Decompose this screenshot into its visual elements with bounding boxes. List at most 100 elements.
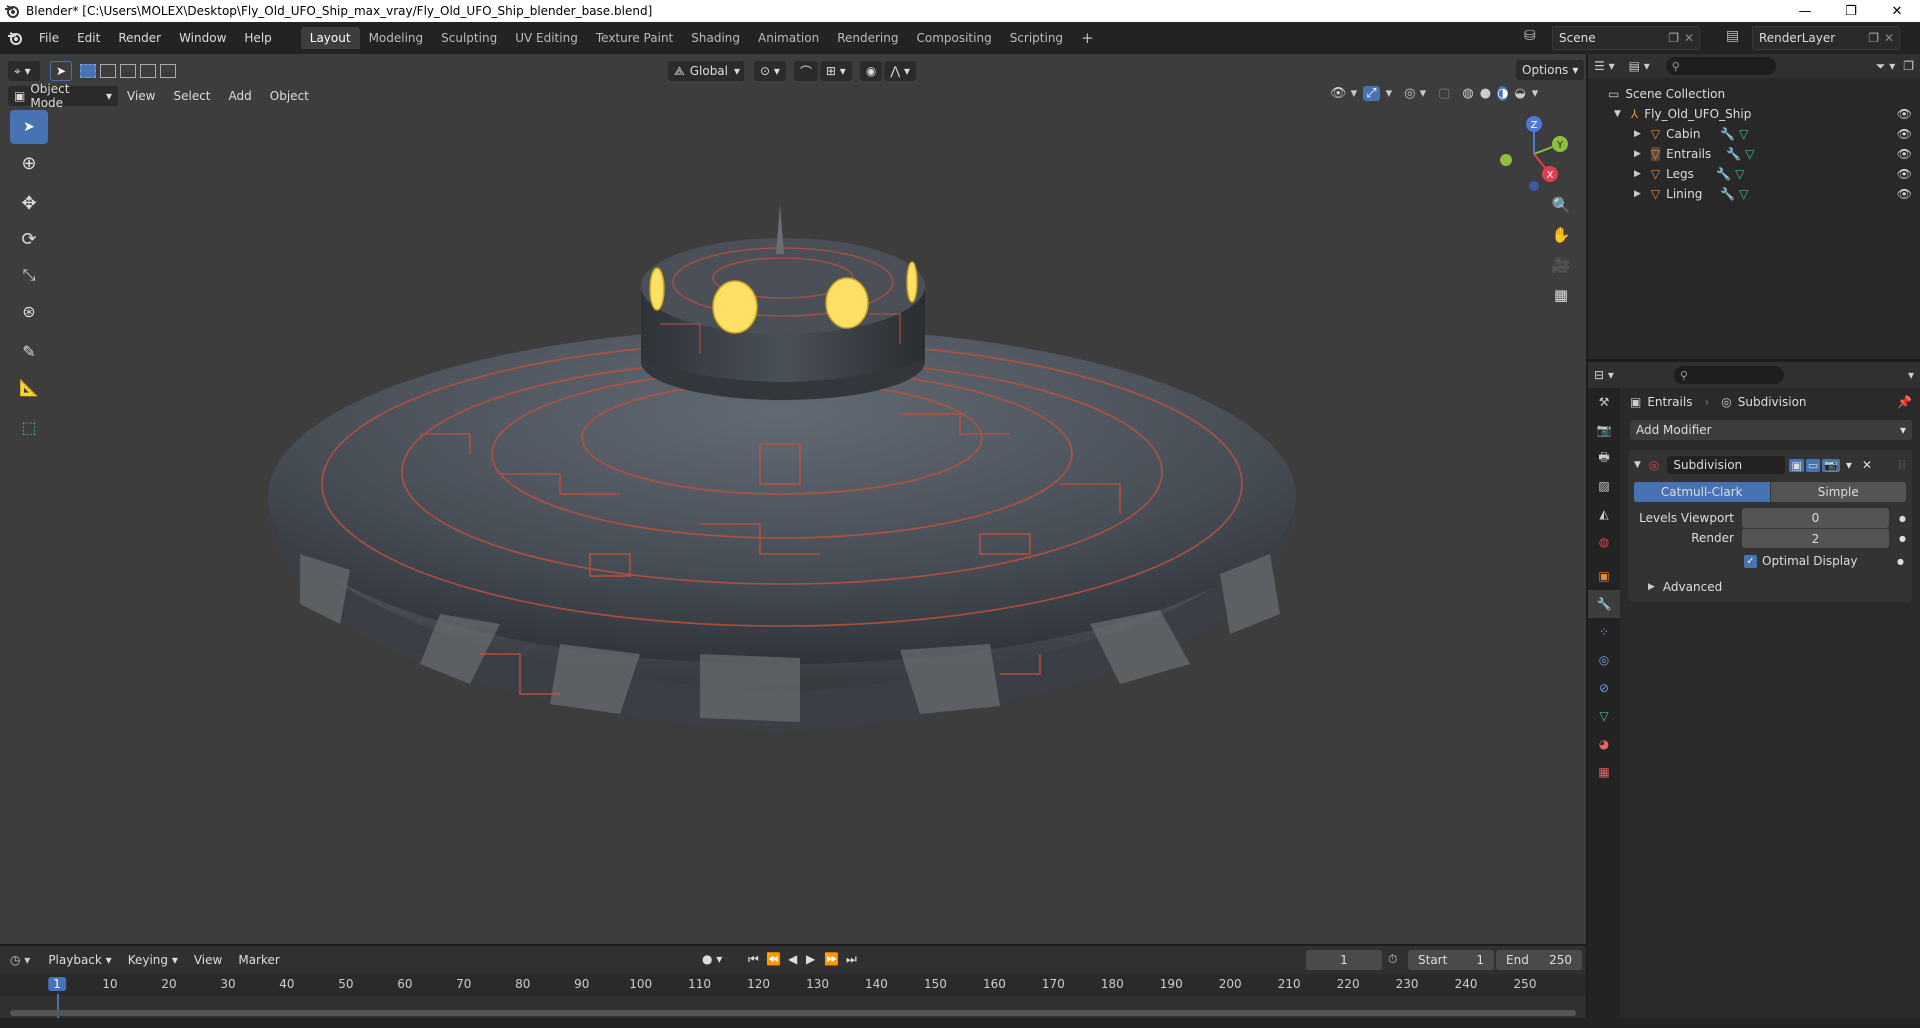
visibility-eye-icon[interactable]: 👁 ▾ xyxy=(1330,86,1357,101)
tab-render[interactable]: 📷 xyxy=(1588,416,1620,444)
jump-start-icon[interactable]: ⏮ xyxy=(748,952,759,967)
jump-end-icon[interactable]: ⏭ xyxy=(846,952,857,967)
measure-tool[interactable]: 📐 xyxy=(10,370,48,404)
add-workspace-icon[interactable]: + xyxy=(1072,27,1103,49)
visibility-eye-icon[interactable]: 👁 xyxy=(1897,107,1912,121)
zoom-icon[interactable]: 🔍 xyxy=(1548,192,1574,218)
maximize-button[interactable]: ❐ xyxy=(1828,0,1874,22)
rendered-shading-icon[interactable]: ◒ xyxy=(1514,86,1525,101)
scene-selector[interactable]: Scene ❐ ✕ xyxy=(1552,26,1700,50)
tab-modeling[interactable]: Modeling xyxy=(360,27,433,49)
outliner-search-input[interactable]: ⚲ xyxy=(1665,57,1776,75)
new-collection-icon[interactable]: ❐ xyxy=(1903,59,1914,73)
3d-viewport[interactable]: ⌖ ▾ ➤ ⟁ Global ▾ ⊙ ▾ ⌒ ⊞ ▾ ◉ ⋀ ▾ Options… xyxy=(0,54,1586,944)
select-box-mode-icon[interactable] xyxy=(80,64,96,78)
tab-compositing[interactable]: Compositing xyxy=(907,27,1000,49)
menu-help[interactable]: Help xyxy=(235,22,280,54)
close-window-button[interactable]: ✕ xyxy=(1874,0,1920,22)
visibility-eye-icon[interactable]: 👁 xyxy=(1897,127,1912,141)
xray-toggle-icon[interactable]: ▢ xyxy=(1438,86,1450,101)
tab-animation[interactable]: Animation xyxy=(749,27,828,49)
render-layer-copy-icon[interactable]: ❐ xyxy=(1868,31,1879,45)
modifier-wrench-icon[interactable]: 🔧 xyxy=(1720,187,1735,201)
select-extend-mode-icon[interactable] xyxy=(100,64,116,78)
tab-texture-paint[interactable]: Texture Paint xyxy=(587,27,682,49)
modifier-wrench-icon[interactable]: 🔧 xyxy=(1720,127,1735,141)
tab-world[interactable]: ◍ xyxy=(1588,528,1620,556)
visibility-eye-icon[interactable]: 👁 xyxy=(1897,187,1912,201)
outliner-row-cabin[interactable]: ▶ ▽ Cabin 🔧 ▽ 👁 xyxy=(1588,124,1920,144)
pin-icon[interactable]: 📌 xyxy=(1897,395,1912,409)
editmode-toggle-icon[interactable]: ▣ xyxy=(1789,458,1804,472)
minimize-button[interactable]: — xyxy=(1782,0,1828,22)
keyframe-dot-icon[interactable]: ● xyxy=(1897,557,1904,566)
select-tool-icon[interactable]: ➤ xyxy=(50,61,72,81)
expand-chevron-icon[interactable]: ▶ xyxy=(1634,169,1641,179)
select-box-tool[interactable]: ➤ xyxy=(10,110,48,144)
solid-shading-icon[interactable]: ● xyxy=(1480,86,1491,101)
advanced-subpanel[interactable]: ▶ Advanced xyxy=(1634,580,1906,594)
tab-shading[interactable]: Shading xyxy=(682,27,749,49)
drag-handle-icon[interactable]: ⁞⁞ xyxy=(1898,458,1906,472)
perspective-grid-icon[interactable]: ▦ xyxy=(1548,282,1574,308)
tab-uv-editing[interactable]: UV Editing xyxy=(506,27,587,49)
move-tool[interactable]: ✥ xyxy=(10,186,48,220)
scene-close-icon[interactable]: ✕ xyxy=(1684,31,1694,45)
mesh-data-icon[interactable]: ▽ xyxy=(1745,147,1754,161)
visibility-eye-icon[interactable]: 👁 xyxy=(1897,167,1912,181)
viewport-menu-view[interactable]: View xyxy=(118,89,164,103)
render-toggle-icon[interactable]: 📷 xyxy=(1822,458,1840,472)
play-reverse-icon[interactable]: ◀ xyxy=(788,952,797,966)
modifier-wrench-icon[interactable]: 🔧 xyxy=(1716,167,1731,181)
timeline-menu-view[interactable]: View xyxy=(186,953,230,967)
expand-chevron-icon[interactable]: ▶ xyxy=(1634,189,1641,199)
wireframe-shading-icon[interactable]: ◍ xyxy=(1462,86,1473,101)
overlays-icon[interactable]: ◎ ▾ xyxy=(1404,86,1426,101)
timeline-menu-playback[interactable]: Playback ▾ xyxy=(40,953,119,967)
transform-tool[interactable]: ⊛ xyxy=(10,294,48,328)
pivot-point-dropdown[interactable]: ⊙ ▾ xyxy=(754,61,786,81)
frame-ruler[interactable]: 1 10 20 30 40 50 60 70 80 90 100 110 120 130 140 150 160… xyxy=(0,974,1586,1024)
tab-texture[interactable]: ▦ xyxy=(1588,758,1620,786)
add-cube-tool[interactable]: ⬚ xyxy=(10,410,48,444)
proportional-edit-toggle[interactable]: ◉ xyxy=(859,61,883,81)
tab-tool[interactable]: ⚒ xyxy=(1588,388,1620,416)
chevron-down-icon[interactable]: ▾ xyxy=(1846,458,1852,472)
tab-particles[interactable]: ⁘ xyxy=(1588,618,1620,646)
modifier-name-input[interactable]: Subdivision xyxy=(1667,456,1786,474)
properties-search-input[interactable]: ⚲ xyxy=(1673,366,1784,384)
timeline-editor-type-icon[interactable]: ◷ ▾ xyxy=(10,953,30,967)
outliner-editor-type-icon[interactable]: ☰ ▾ xyxy=(1594,59,1615,73)
select-subtract-mode-icon[interactable] xyxy=(120,64,136,78)
snap-toggle[interactable]: ⌒ xyxy=(793,61,818,81)
chevron-down-icon[interactable]: ▾ xyxy=(1908,368,1914,382)
simple-option[interactable]: Simple xyxy=(1770,482,1906,502)
mesh-data-icon[interactable]: ▽ xyxy=(1735,167,1744,181)
menu-edit[interactable]: Edit xyxy=(68,22,109,54)
tab-layout[interactable]: Layout xyxy=(300,27,360,49)
render-layer-close-icon[interactable]: ✕ xyxy=(1884,31,1894,45)
chevron-down-icon[interactable]: ▾ xyxy=(1386,86,1393,101)
render-levels-field[interactable]: 2 xyxy=(1741,528,1890,548)
tab-view-layer[interactable]: ▨ xyxy=(1588,472,1620,500)
record-keyframe-icon[interactable]: ● ▾ xyxy=(702,952,722,966)
tab-scene[interactable]: ◭ xyxy=(1588,500,1620,528)
tab-material[interactable]: ◕ xyxy=(1588,730,1620,758)
viewport-menu-object[interactable]: Object xyxy=(261,89,318,103)
outliner-row-legs[interactable]: ▶ ▽ Legs 🔧 ▽ 👁 xyxy=(1588,164,1920,184)
navigation-gizmo[interactable]: Z Y X xyxy=(1494,114,1574,194)
scene-icon[interactable]: ⛁ xyxy=(1524,28,1536,44)
render-layer-selector[interactable]: RenderLayer ❐ ✕ xyxy=(1752,26,1900,50)
display-mode-icon[interactable]: ▤ ▾ xyxy=(1629,59,1650,73)
scene-copy-icon[interactable]: ❐ xyxy=(1668,31,1679,45)
current-frame-field[interactable]: 1 xyxy=(1306,950,1382,970)
timeline-scrollbar[interactable] xyxy=(10,1010,1576,1016)
outliner-row-ufo-collection[interactable]: ▼ ⅄ Fly_Old_UFO_Ship 👁 xyxy=(1588,104,1920,124)
catmull-clark-option[interactable]: Catmull-Clark xyxy=(1634,482,1770,502)
chevron-down-icon[interactable]: ▾ xyxy=(1532,86,1539,101)
scale-tool[interactable]: ⤡ xyxy=(10,258,48,292)
properties-editor-type-icon[interactable]: ⊟ ▾ xyxy=(1594,368,1614,382)
proportional-falloff-dropdown[interactable]: ⋀ ▾ xyxy=(884,61,916,81)
mesh-data-icon[interactable]: ▽ xyxy=(1739,127,1748,141)
outliner-row-scene-collection[interactable]: ▭ Scene Collection xyxy=(1588,84,1920,104)
